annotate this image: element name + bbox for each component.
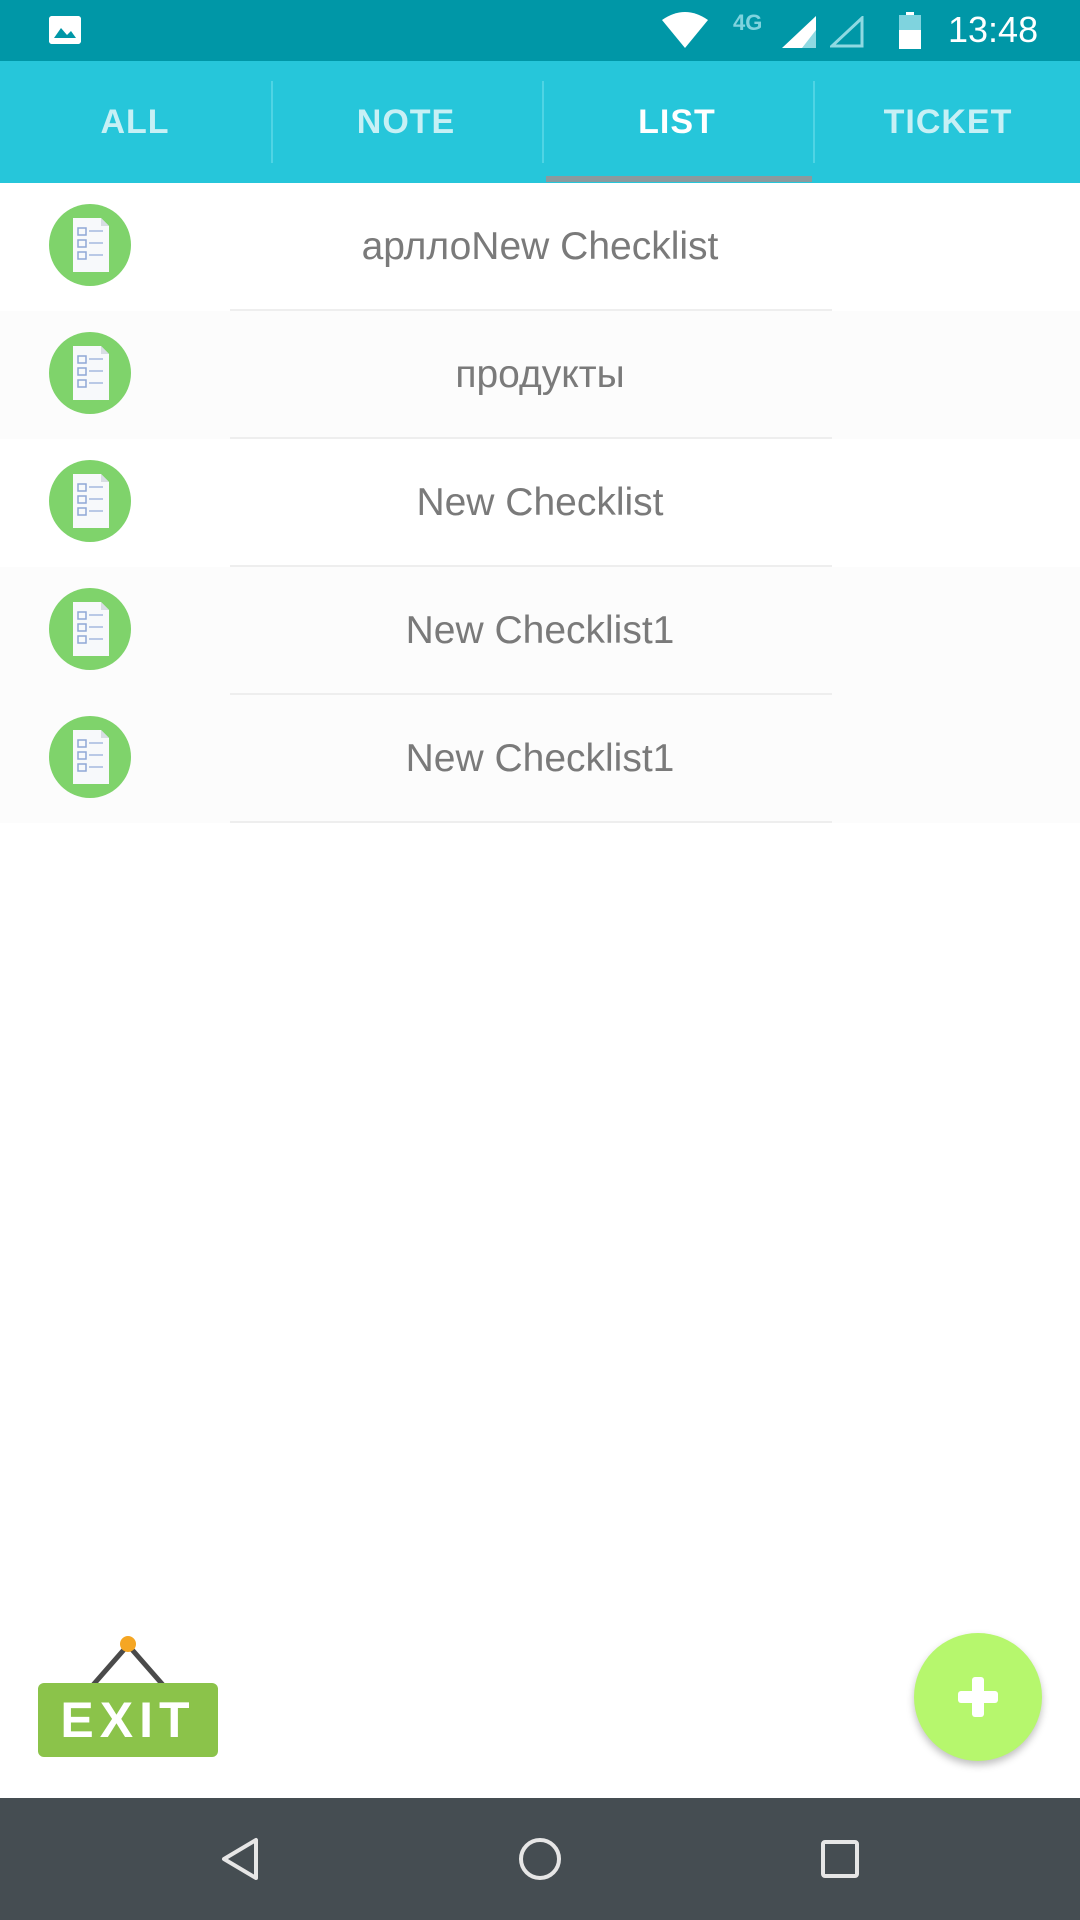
add-checklist-button[interactable] [914, 1633, 1042, 1761]
status-time: 13:48 [948, 9, 1039, 50]
status-bar: 4G 13:48 [0, 0, 1080, 61]
list-item-title: New Checklist [416, 481, 664, 524]
signal-icon [782, 16, 816, 53]
list-item[interactable]: арллоNew Checklist [0, 183, 1080, 311]
divider [230, 821, 832, 823]
list-item-title: New Checklist1 [405, 737, 675, 780]
list-item[interactable]: New Checklist1 [0, 567, 1080, 695]
recents-icon[interactable] [809, 1828, 871, 1890]
tab-all[interactable]: ALL [0, 61, 270, 183]
navigation-bar [0, 1798, 1080, 1920]
list-item-title: арллоNew Checklist [361, 225, 719, 268]
list-item-title: продукты [455, 353, 625, 396]
active-tab-indicator [546, 176, 812, 182]
wifi-icon [660, 10, 710, 55]
battery-icon [899, 12, 921, 49]
back-icon[interactable] [210, 1828, 272, 1890]
signal-empty-icon [828, 14, 864, 53]
list-item[interactable]: New Checklist [0, 439, 1080, 567]
exit-label: EXIT [60, 1692, 196, 1748]
list-item-title: New Checklist1 [405, 609, 675, 652]
network-type: 4G [733, 10, 763, 35]
list-item[interactable]: продукты [0, 311, 1080, 439]
checklist-list: арллоNew Checklist продукты New Checklis… [0, 183, 1080, 823]
list-item[interactable]: New Checklist1 [0, 695, 1080, 823]
tab-bar: ALL NOTE LIST TICKET [0, 61, 1080, 183]
home-icon[interactable] [509, 1828, 571, 1890]
tab-list[interactable]: LIST [542, 61, 812, 183]
checklist-icon [49, 460, 131, 542]
gallery-icon [49, 16, 81, 44]
tab-ticket[interactable]: TICKET [813, 61, 1080, 183]
checklist-icon [49, 716, 131, 798]
checklist-icon [49, 204, 131, 286]
plus-icon [958, 1677, 998, 1717]
checklist-icon [49, 332, 131, 414]
tab-note[interactable]: NOTE [271, 61, 541, 183]
exit-button[interactable]: EXIT [37, 1633, 219, 1757]
checklist-icon [49, 588, 131, 670]
